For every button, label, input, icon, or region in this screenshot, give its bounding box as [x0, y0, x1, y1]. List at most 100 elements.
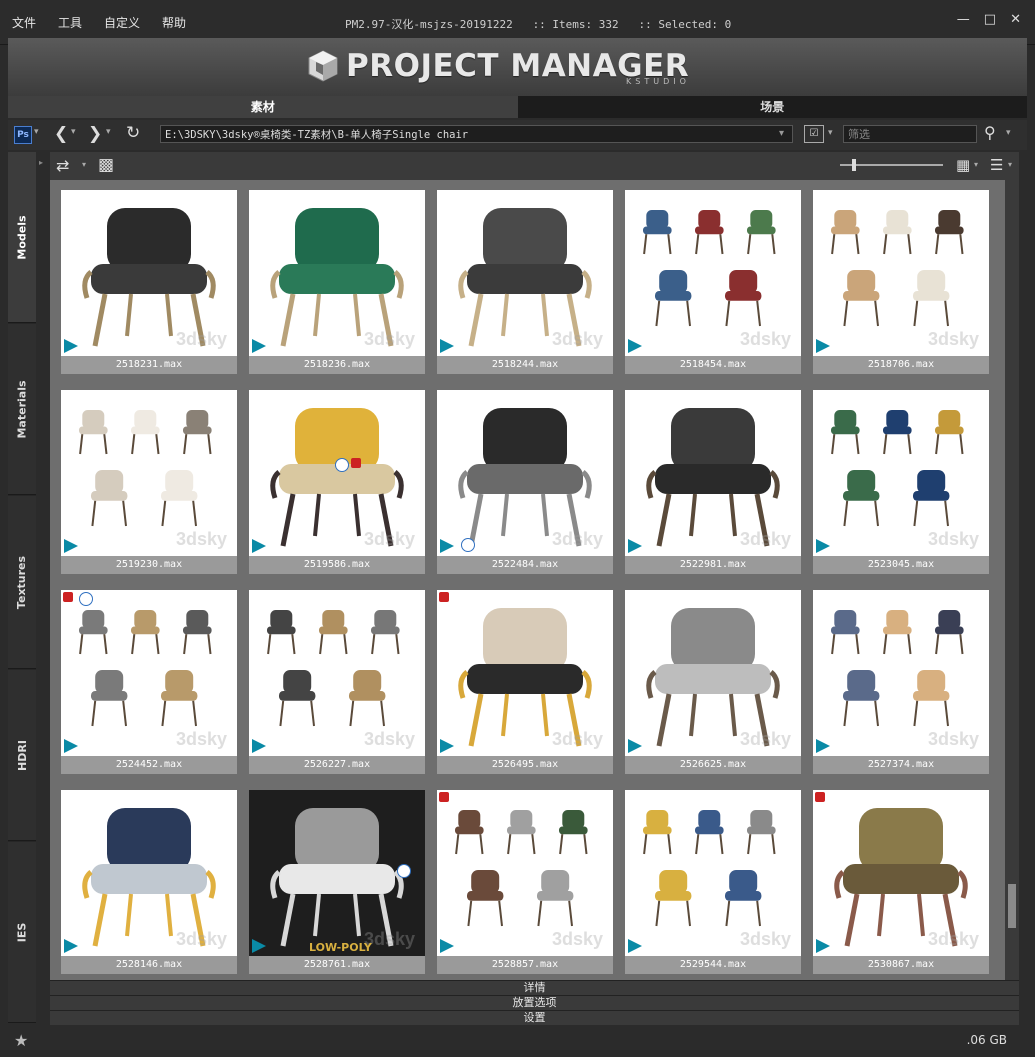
asset-card[interactable]: 3dsky 2528857.max — [437, 790, 613, 974]
sort-dropdown-icon[interactable]: ▾ — [1008, 160, 1012, 169]
asset-card[interactable]: 3dsky 2526495.max — [437, 590, 613, 774]
asset-thumbnail[interactable]: 3dsky — [625, 190, 801, 356]
asset-thumbnail[interactable]: 3dsky — [813, 390, 989, 556]
search-dropdown-icon[interactable]: ▾ — [1006, 128, 1011, 138]
menu-tools[interactable]: 工具 — [58, 14, 82, 31]
asset-card[interactable]: 3dsky 2526625.max — [625, 590, 801, 774]
asset-thumbnail[interactable]: 3dsky — [249, 190, 425, 356]
thumb-size-slider[interactable] — [840, 159, 943, 171]
asset-card[interactable]: 3dsky 2522981.max — [625, 390, 801, 574]
window-controls: — □ ✕ — [957, 12, 1021, 27]
sort-icon[interactable]: ☰ — [990, 156, 1003, 174]
asset-thumbnail[interactable]: 3dsky — [249, 390, 425, 556]
vertical-scrollbar[interactable] — [1005, 180, 1019, 980]
corona-render-icon — [351, 458, 361, 468]
back-dropdown-icon[interactable]: ▾ — [71, 127, 76, 137]
favorite-star-icon[interactable]: ★ — [14, 1031, 28, 1050]
storage-size: .06 GB — [966, 1033, 1007, 1047]
refresh-icon[interactable]: ↻ — [126, 123, 140, 143]
photoshop-icon[interactable]: Ps — [14, 126, 32, 144]
asset-card[interactable]: 3dsky 2529544.max — [625, 790, 801, 974]
asset-card[interactable]: 3dsky 2518231.max — [61, 190, 237, 374]
asset-card[interactable]: 3dsky 2518236.max — [249, 190, 425, 374]
asset-card[interactable]: 3dsky 2528146.max — [61, 790, 237, 974]
asset-thumbnail[interactable]: 3dsky — [813, 590, 989, 756]
tab-assets[interactable]: 素材 — [8, 96, 518, 118]
asset-thumbnail[interactable]: 3dsky — [625, 390, 801, 556]
asset-thumbnail[interactable]: 3dsky — [61, 190, 237, 356]
asset-card[interactable]: 3dsky 2518244.max — [437, 190, 613, 374]
asset-card[interactable]: 3dsky 2519586.max — [249, 390, 425, 574]
tab-ies[interactable]: IES — [8, 842, 36, 1023]
view-options-icon[interactable]: ☑ — [804, 125, 824, 143]
asset-thumbnail[interactable]: 3dsky — [437, 390, 613, 556]
window-title: PM2.97-汉化-msjzs-20191222 :: Items: 332 :… — [345, 18, 732, 31]
asset-thumbnail[interactable]: 3dsky — [249, 590, 425, 756]
logo-subtext: KSTUDIO — [626, 77, 690, 86]
back-icon[interactable]: ❮ — [54, 124, 68, 144]
tab-scenes[interactable]: 场景 — [517, 96, 1027, 118]
watermark-text: 3dsky — [175, 929, 227, 949]
asset-thumbnail[interactable]: 3dsky — [625, 590, 801, 756]
asset-thumbnail[interactable]: 3dsky — [437, 790, 613, 956]
view-options-dropdown-icon[interactable]: ▾ — [828, 128, 833, 138]
menu-customize[interactable]: 自定义 — [104, 14, 140, 31]
tab-hdri[interactable]: HDRI — [8, 670, 36, 841]
asset-thumbnail[interactable]: 3dsky — [625, 790, 801, 956]
forward-dropdown-icon[interactable]: ▾ — [106, 127, 111, 137]
watermark-text: 3dsky — [551, 929, 603, 949]
settings-panel-header[interactable]: 设置 — [50, 1010, 1019, 1025]
header-banner: PROJECT MANAGER KSTUDIO — [8, 38, 1027, 96]
filter-input[interactable]: 筛选 — [843, 125, 977, 143]
asset-card[interactable]: 3dsky 2523045.max — [813, 390, 989, 574]
cube-settings-icon[interactable]: ▩ — [98, 155, 114, 175]
low-poly-label: LOW-POLY — [309, 941, 372, 954]
details-panel-header[interactable]: 详情 — [50, 980, 1019, 995]
asset-thumbnail[interactable]: 3dsky LOW-POLY — [249, 790, 425, 956]
tab-textures[interactable]: Textures — [8, 496, 36, 669]
grid-view-dropdown-icon[interactable]: ▾ — [974, 160, 978, 169]
ps-dropdown-icon[interactable]: ▾ — [34, 127, 39, 137]
asset-card[interactable]: 3dsky 2524452.max — [61, 590, 237, 774]
close-icon[interactable]: ✕ — [1010, 12, 1021, 27]
watermark-text: 3dsky — [551, 729, 603, 749]
asset-thumbnail[interactable]: 3dsky — [61, 790, 237, 956]
asset-filename: 2528146.max — [61, 956, 237, 974]
asset-card[interactable]: 3dsky 2526227.max — [249, 590, 425, 774]
corona-render-icon — [439, 792, 449, 802]
asset-thumbnail[interactable]: 3dsky — [437, 590, 613, 756]
minimize-icon[interactable]: — — [957, 12, 970, 27]
asset-thumbnail[interactable]: 3dsky — [813, 190, 989, 356]
menu-help[interactable]: 帮助 — [162, 14, 186, 31]
asset-card[interactable]: 3dsky 2527374.max — [813, 590, 989, 774]
asset-thumbnail[interactable]: 3dsky — [61, 390, 237, 556]
asset-card[interactable]: 3dsky 2519230.max — [61, 390, 237, 574]
path-input[interactable]: E:\3DSKY\3dsky®桌椅类-TZ素材\B-单人椅子Single cha… — [160, 125, 793, 143]
placement-options-header[interactable]: 放置选项 — [50, 995, 1019, 1010]
forward-icon[interactable]: ❯ — [88, 124, 102, 144]
asset-card[interactable]: 3dsky 2530867.max — [813, 790, 989, 974]
thumb-size-slider-handle[interactable] — [852, 159, 856, 171]
asset-thumbnail[interactable]: 3dsky — [437, 190, 613, 356]
asset-card[interactable]: 3dsky 2518706.max — [813, 190, 989, 374]
grid-view-icon[interactable]: ▦ — [956, 156, 970, 174]
menu-file[interactable]: 文件 — [12, 14, 36, 31]
maximize-icon[interactable]: □ — [984, 12, 996, 27]
asset-thumbnail[interactable]: 3dsky — [61, 590, 237, 756]
asset-filename: 2522981.max — [625, 556, 801, 574]
asset-filename: 2518706.max — [813, 356, 989, 374]
tab-models[interactable]: Models — [8, 152, 36, 323]
path-dropdown-icon[interactable]: ▾ — [779, 125, 784, 143]
sync-icon[interactable]: ⇄ — [56, 156, 69, 175]
asset-filename: 2526227.max — [249, 756, 425, 774]
corona-render-icon — [439, 592, 449, 602]
sync-dropdown-icon[interactable]: ▾ — [82, 160, 86, 169]
tab-materials[interactable]: Materials — [8, 324, 36, 495]
collapse-arrow-icon[interactable]: ▸ — [39, 158, 43, 167]
asset-card[interactable]: 3dsky 2522484.max — [437, 390, 613, 574]
asset-card[interactable]: 3dsky LOW-POLY 2528761.max — [249, 790, 425, 974]
search-icon[interactable]: ⚲ — [984, 123, 996, 142]
asset-card[interactable]: 3dsky 2518454.max — [625, 190, 801, 374]
asset-thumbnail[interactable]: 3dsky — [813, 790, 989, 956]
scrollbar-thumb[interactable] — [1008, 884, 1016, 928]
